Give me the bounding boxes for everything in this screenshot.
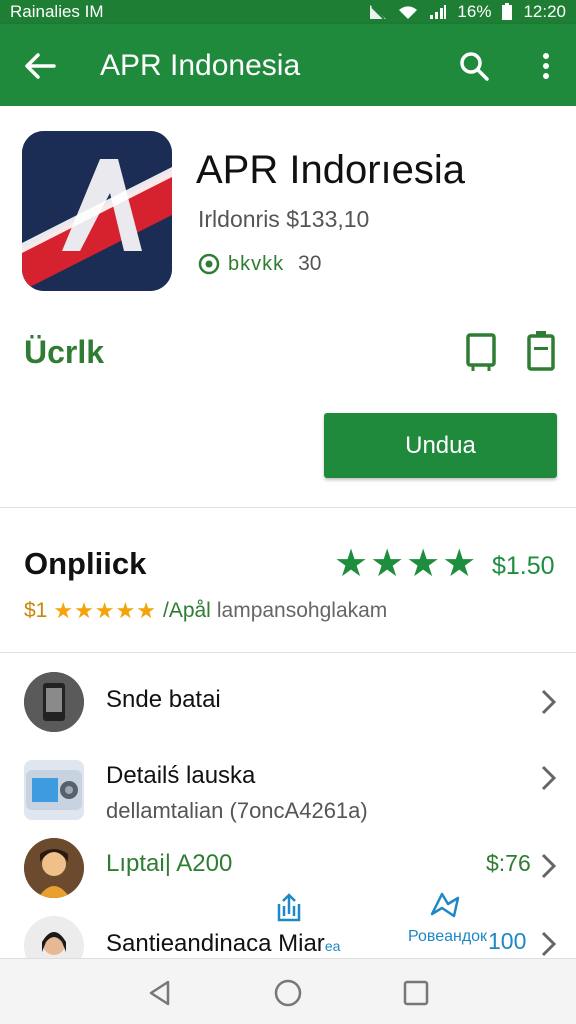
share-icon[interactable] xyxy=(274,892,304,927)
developer-link[interactable]: Ücrlk xyxy=(24,334,104,371)
list-item-label: Santieandinaca Miarea xyxy=(106,930,340,958)
review-line: $1 ★★★★★ /Apål lampansohglakam xyxy=(24,598,387,624)
list-item-subtitle: dellamtalian (7oncA4261a) xyxy=(106,798,368,823)
review-section: Onpliick ★★★★ $1.50 $1 ★★★★★ /Apål lampa… xyxy=(0,508,576,653)
battery-percent: 16% xyxy=(457,2,492,21)
system-nav-bar xyxy=(0,958,576,1024)
clock: 12:20 xyxy=(523,2,566,21)
review-price: $1.50 xyxy=(492,552,555,580)
list-item-label-text: Santieandinaca Miar xyxy=(106,930,325,957)
chevron-right-icon xyxy=(536,688,560,716)
install-button[interactable]: Undua xyxy=(324,413,557,478)
tablet-icon xyxy=(464,332,498,377)
signal-icon xyxy=(369,4,387,20)
list-item-label: Snde batai xyxy=(106,686,221,713)
note-icon[interactable] xyxy=(428,890,462,925)
rating-count: 30 xyxy=(298,252,322,275)
list-item-label-suffix: ea xyxy=(324,938,341,954)
nav-recents-icon[interactable] xyxy=(396,973,436,1013)
app-bar-title: APR Indonesia xyxy=(100,49,301,82)
review-stars: ★★★★ xyxy=(334,543,479,585)
nav-back-icon[interactable] xyxy=(140,973,180,1013)
list-item[interactable]: Snde batai xyxy=(0,654,576,750)
battery-icon xyxy=(501,3,513,21)
review-tag[interactable]: /Apål xyxy=(163,599,211,623)
review-small-price: $1 xyxy=(24,599,48,622)
carrier-label: Rainalies IM xyxy=(10,2,104,21)
cell-bars-icon xyxy=(429,4,447,20)
radio-device-icon xyxy=(24,760,84,820)
chevron-right-icon xyxy=(536,852,560,880)
list-item-price: $:76 xyxy=(486,850,531,876)
review-desc: lampansohglakam xyxy=(216,599,388,622)
note-count: 100 xyxy=(488,928,527,954)
chevron-right-icon xyxy=(536,764,560,792)
list-item-label: Lıptai| A200 xyxy=(106,850,233,877)
more-vert-icon[interactable] xyxy=(526,46,566,86)
status-icons: 16% 12:20 xyxy=(369,2,566,22)
phone-icon xyxy=(526,330,556,377)
nav-home-icon[interactable] xyxy=(268,973,308,1013)
app-bar: APR Indonesia xyxy=(0,24,576,106)
back-arrow-icon[interactable] xyxy=(20,46,60,86)
rating-row: bkvkk 30 xyxy=(198,252,321,276)
review-title: Onpliick xyxy=(24,546,147,581)
app-name: APR Indorıesia xyxy=(196,148,466,192)
rating-badge: bkvkk xyxy=(228,252,285,275)
person-avatar-icon xyxy=(24,838,84,898)
status-bar: Rainalies IM 16% 12:20 xyxy=(0,0,576,24)
phone-device-icon xyxy=(24,672,84,732)
app-subtitle: Irldonris $133,10 xyxy=(198,206,370,232)
wifi-icon xyxy=(397,4,419,20)
list-item-label: Detailś lauska xyxy=(106,762,256,789)
target-icon xyxy=(198,253,220,275)
app-header: APR Indorıesia Irldonris $133,10 bkvkk 3… xyxy=(0,106,576,508)
note-label: Ровеандок xyxy=(408,928,488,945)
search-icon[interactable] xyxy=(454,46,494,86)
chevron-right-icon xyxy=(536,930,560,958)
app-logo-icon xyxy=(22,131,172,291)
review-small-stars: ★★★★★ xyxy=(53,598,157,623)
list-item[interactable]: Detailś lauska dellamtalian (7oncA4261a) xyxy=(0,750,576,830)
